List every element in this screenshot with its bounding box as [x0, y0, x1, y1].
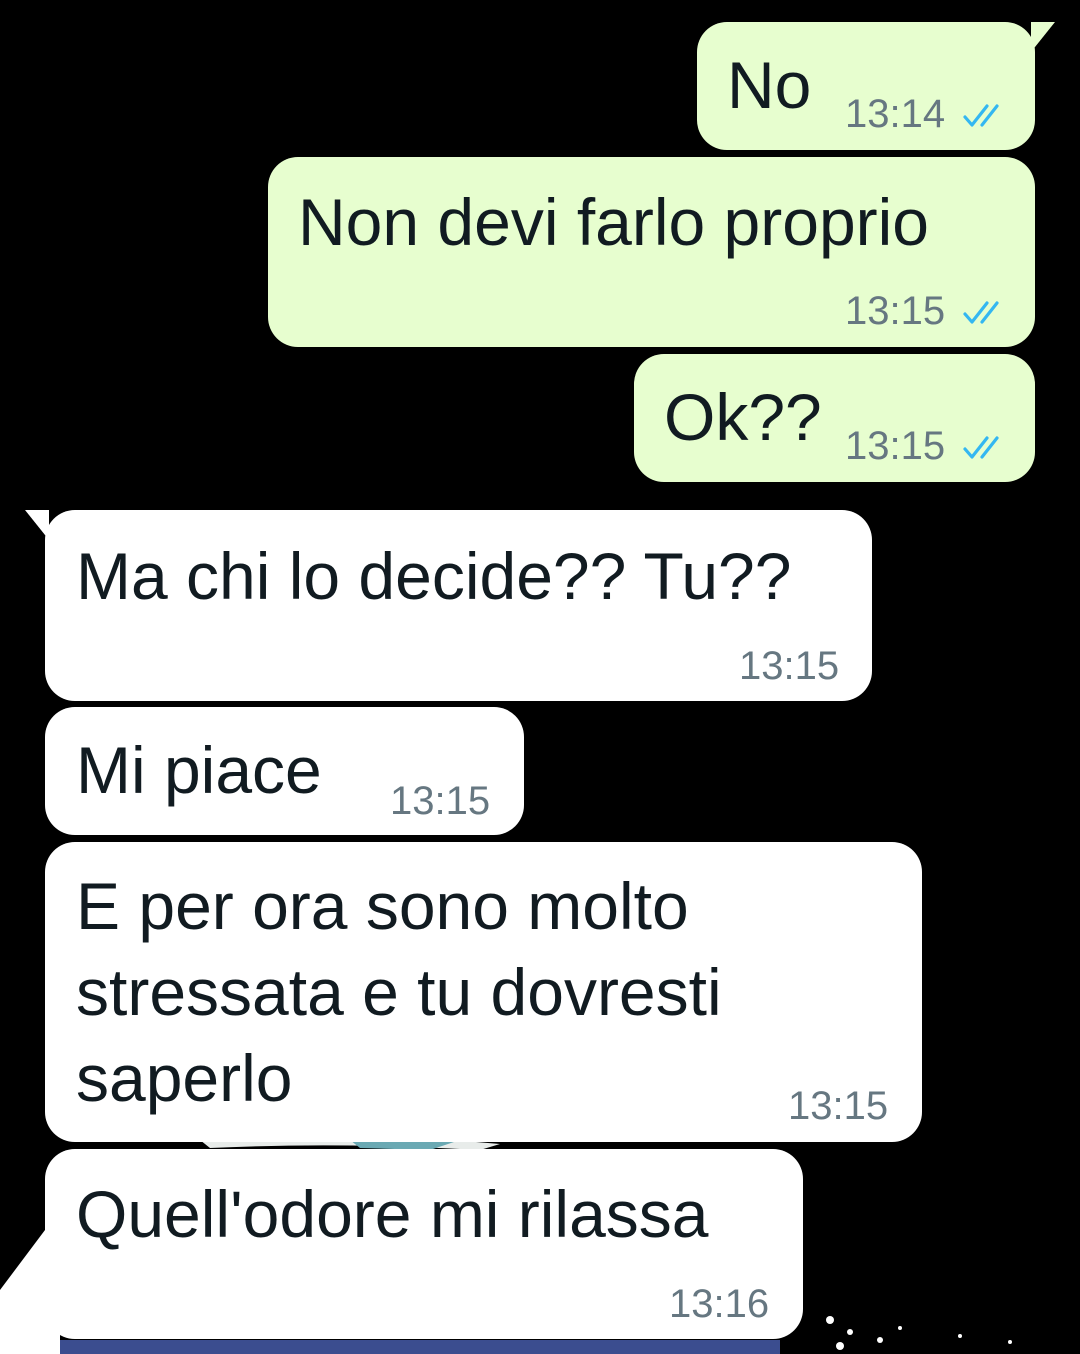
message-timestamp: 13:15: [845, 289, 946, 333]
chat-message-list: No 13:14 Non devi farlo proprio 13:15 Ok…: [0, 0, 1080, 1354]
incoming-message[interactable]: E per ora sono molto stressata e tu dovr…: [45, 842, 922, 1142]
outgoing-message[interactable]: Ok?? 13:15: [634, 354, 1035, 482]
message-text: Non devi farlo proprio: [298, 185, 929, 259]
message-text-line: saperlo: [76, 1041, 293, 1115]
message-timestamp: 13:15: [788, 1084, 889, 1128]
incoming-message[interactable]: Ma chi lo decide?? Tu?? 13:15: [45, 510, 872, 701]
bubble-tail: [1031, 22, 1055, 52]
message-timestamp: 13:16: [669, 1282, 770, 1326]
message-text-line: E per ora sono molto: [76, 869, 689, 943]
message-text-line: stressata e tu dovresti: [76, 955, 722, 1029]
message-timestamp: 13:15: [739, 644, 840, 688]
message-timestamp: 13:14: [845, 92, 946, 136]
outgoing-message[interactable]: No 13:14: [697, 22, 1035, 150]
incoming-message[interactable]: Mi piace 13:15: [45, 707, 524, 835]
message-text: Quell'odore mi rilassa: [76, 1177, 709, 1251]
message-text: Ok??: [664, 380, 822, 454]
message-text: Mi piace: [76, 733, 322, 807]
double-check-icon: [963, 104, 999, 127]
outgoing-message[interactable]: Non devi farlo proprio 13:15: [268, 157, 1035, 347]
message-text: No: [727, 48, 812, 122]
message-timestamp: 13:15: [390, 779, 491, 823]
message-text: Ma chi lo decide?? Tu??: [76, 539, 792, 613]
message-timestamp: 13:15: [845, 424, 946, 468]
double-check-icon: [963, 436, 999, 459]
double-check-icon: [963, 301, 999, 324]
incoming-message[interactable]: Quell'odore mi rilassa 13:16: [45, 1149, 803, 1339]
